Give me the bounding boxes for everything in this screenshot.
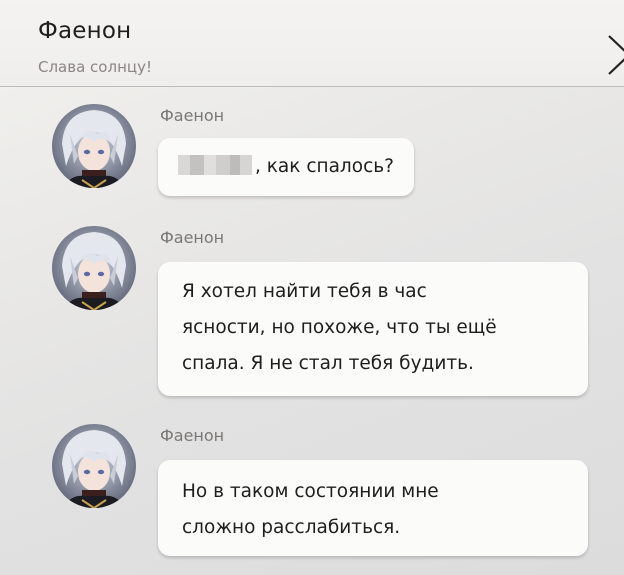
close-icon bbox=[608, 35, 624, 75]
message-item: Фаенон Я хотел найти тебя в час ясности,… bbox=[52, 226, 612, 398]
message-line: спала. Я не стал тебя будить. bbox=[182, 353, 474, 374]
close-button[interactable] bbox=[607, 34, 624, 76]
redacted-name bbox=[178, 155, 252, 175]
avatar[interactable] bbox=[52, 226, 136, 310]
message-line: ясности, но похоже, что ты ещё bbox=[182, 317, 497, 338]
sender-name: Фаенон bbox=[160, 106, 225, 125]
message-line: Я хотел найти тебя в час bbox=[182, 281, 427, 302]
chat-title: Фаенон bbox=[38, 18, 132, 44]
message-bubble: Но в таком состоянии мне сложно расслаби… bbox=[158, 460, 588, 556]
message-bubble: Я хотел найти тебя в час ясности, но пох… bbox=[158, 262, 588, 396]
sender-name: Фаенон bbox=[160, 426, 225, 445]
message-item: Фаенон Но в таком состоянии мне сложно р… bbox=[52, 424, 612, 564]
chat-subtitle: Слава солнцу! bbox=[38, 58, 152, 76]
avatar[interactable] bbox=[52, 424, 136, 508]
message-item: Фаенон , как спалось? bbox=[52, 104, 612, 204]
chat-header: Фаенон Слава солнцу! bbox=[0, 0, 624, 87]
message-text: , как спалось? bbox=[255, 156, 394, 177]
sender-name: Фаенон bbox=[160, 228, 225, 247]
message-bubble: , как спалось? bbox=[158, 138, 414, 196]
avatar[interactable] bbox=[52, 104, 136, 188]
chat-window: Фаенон Слава солнцу! Фаенон , как спалос… bbox=[0, 0, 624, 575]
message-line: сложно расслабиться. bbox=[182, 517, 401, 538]
message-line: Но в таком состоянии мне bbox=[182, 481, 439, 502]
